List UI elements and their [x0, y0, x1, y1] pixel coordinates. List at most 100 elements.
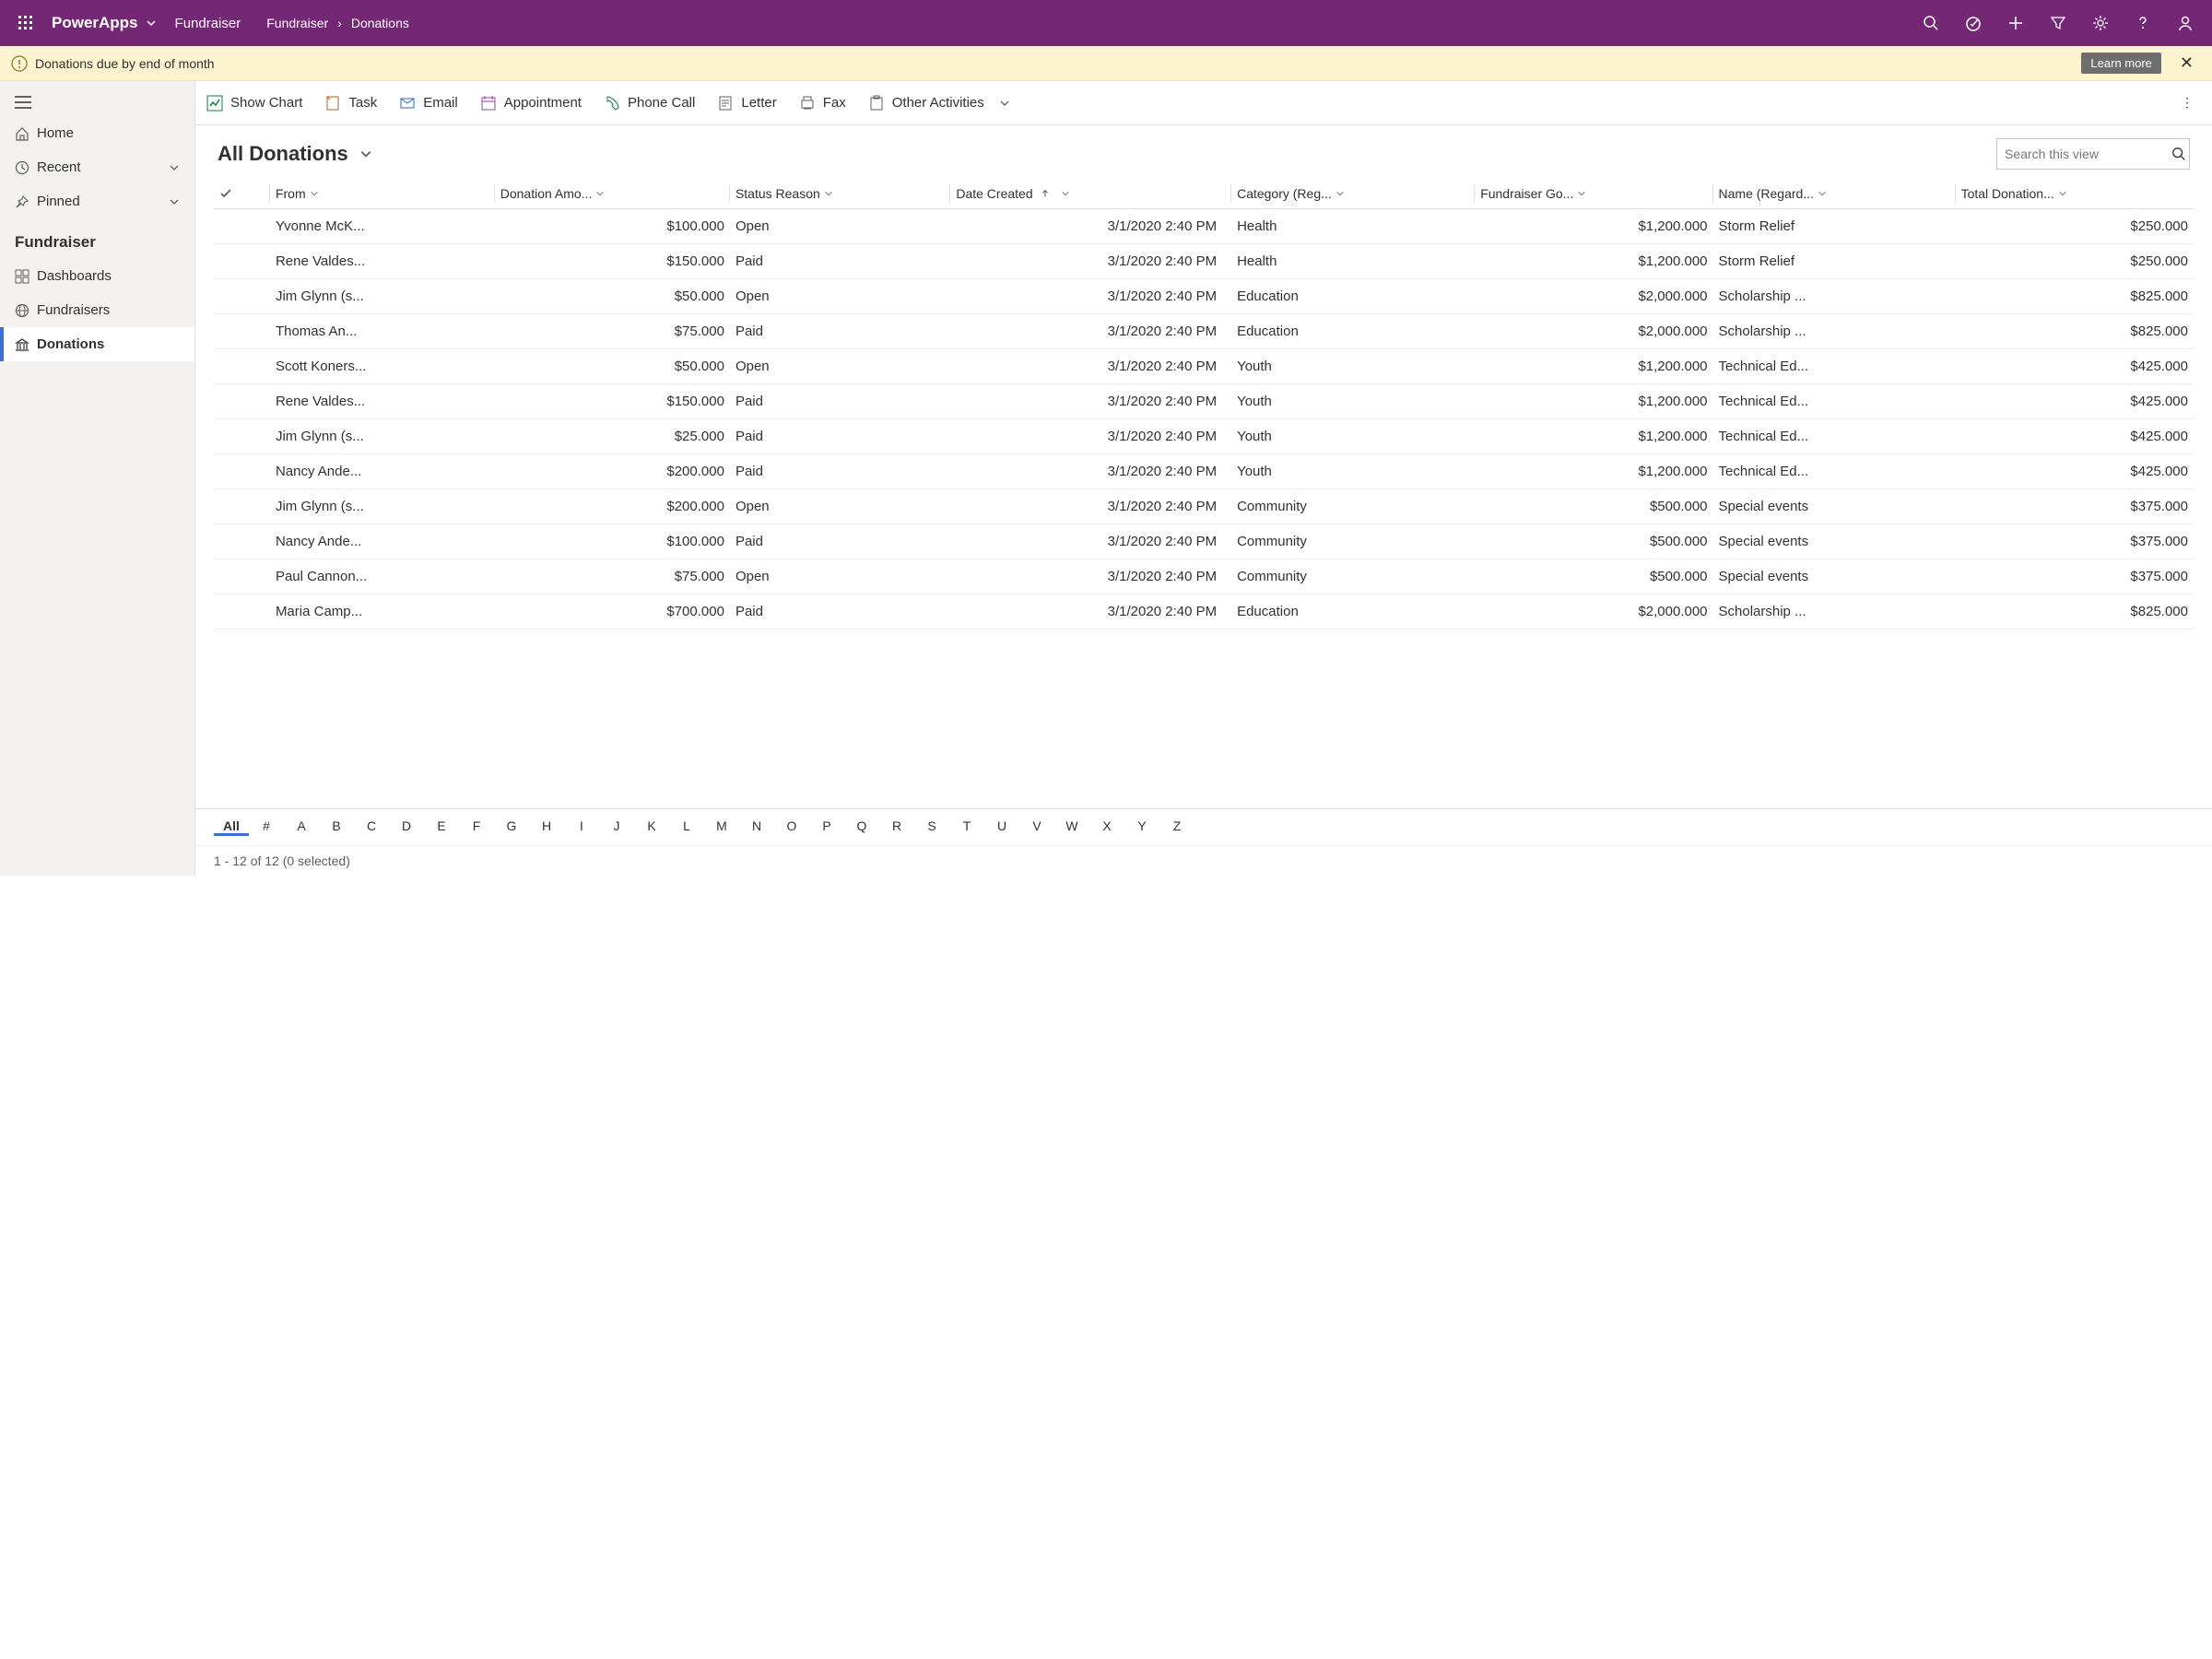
alpha-k[interactable]: K [634, 818, 669, 836]
more-icon[interactable]: ⋮ [2173, 95, 2201, 111]
table-row[interactable]: Scott Koners...$50.000Open3/1/2020 2:40 … [214, 349, 2194, 384]
chevron-down-icon[interactable] [146, 18, 157, 29]
row-checkbox[interactable] [214, 419, 270, 454]
alpha-r[interactable]: R [879, 818, 914, 836]
alpha-h[interactable]: H [529, 818, 564, 836]
cmd-email[interactable]: Email [399, 95, 458, 112]
alpha-i[interactable]: I [564, 818, 599, 836]
col-header-total[interactable]: Total Donation... [1956, 179, 2194, 209]
table-row[interactable]: Yvonne McK...$100.000Open3/1/2020 2:40 P… [214, 209, 2194, 244]
row-checkbox[interactable] [214, 524, 270, 559]
alpha-y[interactable]: Y [1124, 818, 1159, 836]
alpha-p[interactable]: P [809, 818, 844, 836]
row-checkbox[interactable] [214, 209, 270, 244]
waffle-icon[interactable] [11, 8, 41, 38]
environment-name[interactable]: Fundraiser [175, 16, 241, 31]
table-row[interactable]: Nancy Ande...$100.000Paid3/1/2020 2:40 P… [214, 524, 2194, 559]
row-checkbox[interactable] [214, 384, 270, 419]
select-all-checkbox[interactable] [214, 179, 270, 209]
alpha-d[interactable]: D [389, 818, 424, 836]
alpha-c[interactable]: C [354, 818, 389, 836]
search-box[interactable] [1996, 138, 2190, 170]
nav-home[interactable]: Home [0, 116, 194, 150]
row-checkbox[interactable] [214, 314, 270, 349]
col-header-status[interactable]: Status Reason [730, 179, 950, 209]
alpha-w[interactable]: W [1054, 818, 1089, 836]
table-row[interactable]: Jim Glynn (s...$25.000Paid3/1/2020 2:40 … [214, 419, 2194, 454]
alpha-q[interactable]: Q [844, 818, 879, 836]
cmd-phone-call[interactable]: Phone Call [604, 95, 695, 112]
plus-icon[interactable] [2007, 15, 2024, 31]
alpha-j[interactable]: J [599, 818, 634, 836]
row-checkbox[interactable] [214, 594, 270, 629]
cmd-other-activities[interactable]: Other Activities [868, 95, 1010, 112]
cmd-task[interactable]: Task [324, 95, 377, 112]
col-header-name[interactable]: Name (Regard... [1713, 179, 1956, 209]
person-icon[interactable] [2177, 15, 2194, 31]
breadcrumb-item[interactable]: Donations [351, 16, 409, 30]
table-row[interactable]: Jim Glynn (s...$50.000Open3/1/2020 2:40 … [214, 279, 2194, 314]
cell-name: Storm Relief [1713, 244, 1956, 279]
alpha-o[interactable]: O [774, 818, 809, 836]
alpha-all[interactable]: All [214, 818, 249, 836]
close-icon[interactable]: ✕ [2172, 50, 2201, 76]
alpha-t[interactable]: T [949, 818, 984, 836]
search-icon[interactable] [2171, 147, 2186, 161]
alpha-b[interactable]: B [319, 818, 354, 836]
table-row[interactable]: Thomas An...$75.000Paid3/1/2020 2:40 PME… [214, 314, 2194, 349]
alpha-#[interactable]: # [249, 818, 284, 836]
cmd-letter[interactable]: Letter [717, 95, 776, 112]
clipboard-icon [868, 95, 885, 112]
nav-donations[interactable]: Donations [0, 327, 194, 361]
alpha-x[interactable]: X [1089, 818, 1124, 836]
row-checkbox[interactable] [214, 559, 270, 594]
app-name[interactable]: PowerApps [52, 14, 138, 32]
alpha-a[interactable]: A [284, 818, 319, 836]
table-row[interactable]: Paul Cannon...$75.000Open3/1/2020 2:40 P… [214, 559, 2194, 594]
cmd-appointment[interactable]: Appointment [480, 95, 582, 112]
table-row[interactable]: Rene Valdes...$150.000Paid3/1/2020 2:40 … [214, 384, 2194, 419]
chevron-down-icon[interactable] [359, 147, 372, 160]
col-header-amount[interactable]: Donation Amo... [495, 179, 730, 209]
alpha-f[interactable]: F [459, 818, 494, 836]
help-icon[interactable] [2135, 15, 2151, 31]
cmd-show-chart[interactable]: Show Chart [206, 95, 302, 112]
table-row[interactable]: Jim Glynn (s...$200.000Open3/1/2020 2:40… [214, 489, 2194, 524]
view-title[interactable]: All Donations [218, 142, 348, 166]
table-row[interactable]: Maria Camp...$700.000Paid3/1/2020 2:40 P… [214, 594, 2194, 629]
col-header-from[interactable]: From [270, 179, 495, 209]
nav-dashboards[interactable]: Dashboards [0, 259, 194, 293]
table-row[interactable]: Rene Valdes...$150.000Paid3/1/2020 2:40 … [214, 244, 2194, 279]
nav-fundraisers[interactable]: Fundraisers [0, 293, 194, 327]
row-checkbox[interactable] [214, 244, 270, 279]
alpha-s[interactable]: S [914, 818, 949, 836]
alpha-e[interactable]: E [424, 818, 459, 836]
nav-pinned[interactable]: Pinned [0, 184, 194, 218]
filter-icon[interactable] [2050, 15, 2066, 31]
cmd-label: Task [348, 95, 377, 111]
task-check-icon[interactable] [1965, 15, 1982, 31]
row-checkbox[interactable] [214, 349, 270, 384]
hamburger-icon[interactable] [0, 88, 194, 116]
alpha-m[interactable]: M [704, 818, 739, 836]
alpha-u[interactable]: U [984, 818, 1019, 836]
row-checkbox[interactable] [214, 489, 270, 524]
cmd-fax[interactable]: Fax [799, 95, 846, 112]
search-icon[interactable] [1923, 15, 1939, 31]
alpha-g[interactable]: G [494, 818, 529, 836]
alpha-z[interactable]: Z [1159, 818, 1194, 836]
col-header-category[interactable]: Category (Reg... [1231, 179, 1475, 209]
row-checkbox[interactable] [214, 454, 270, 489]
col-header-goal[interactable]: Fundraiser Go... [1475, 179, 1712, 209]
learn-more-button[interactable]: Learn more [2081, 53, 2160, 74]
table-row[interactable]: Nancy Ande...$200.000Paid3/1/2020 2:40 P… [214, 454, 2194, 489]
search-input[interactable] [2005, 147, 2171, 161]
col-header-date[interactable]: Date Created [950, 179, 1231, 209]
row-checkbox[interactable] [214, 279, 270, 314]
gear-icon[interactable] [2092, 15, 2109, 31]
alpha-v[interactable]: V [1019, 818, 1054, 836]
alpha-n[interactable]: N [739, 818, 774, 836]
breadcrumb-item[interactable]: Fundraiser [266, 16, 328, 30]
alpha-l[interactable]: L [669, 818, 704, 836]
nav-recent[interactable]: Recent [0, 150, 194, 184]
